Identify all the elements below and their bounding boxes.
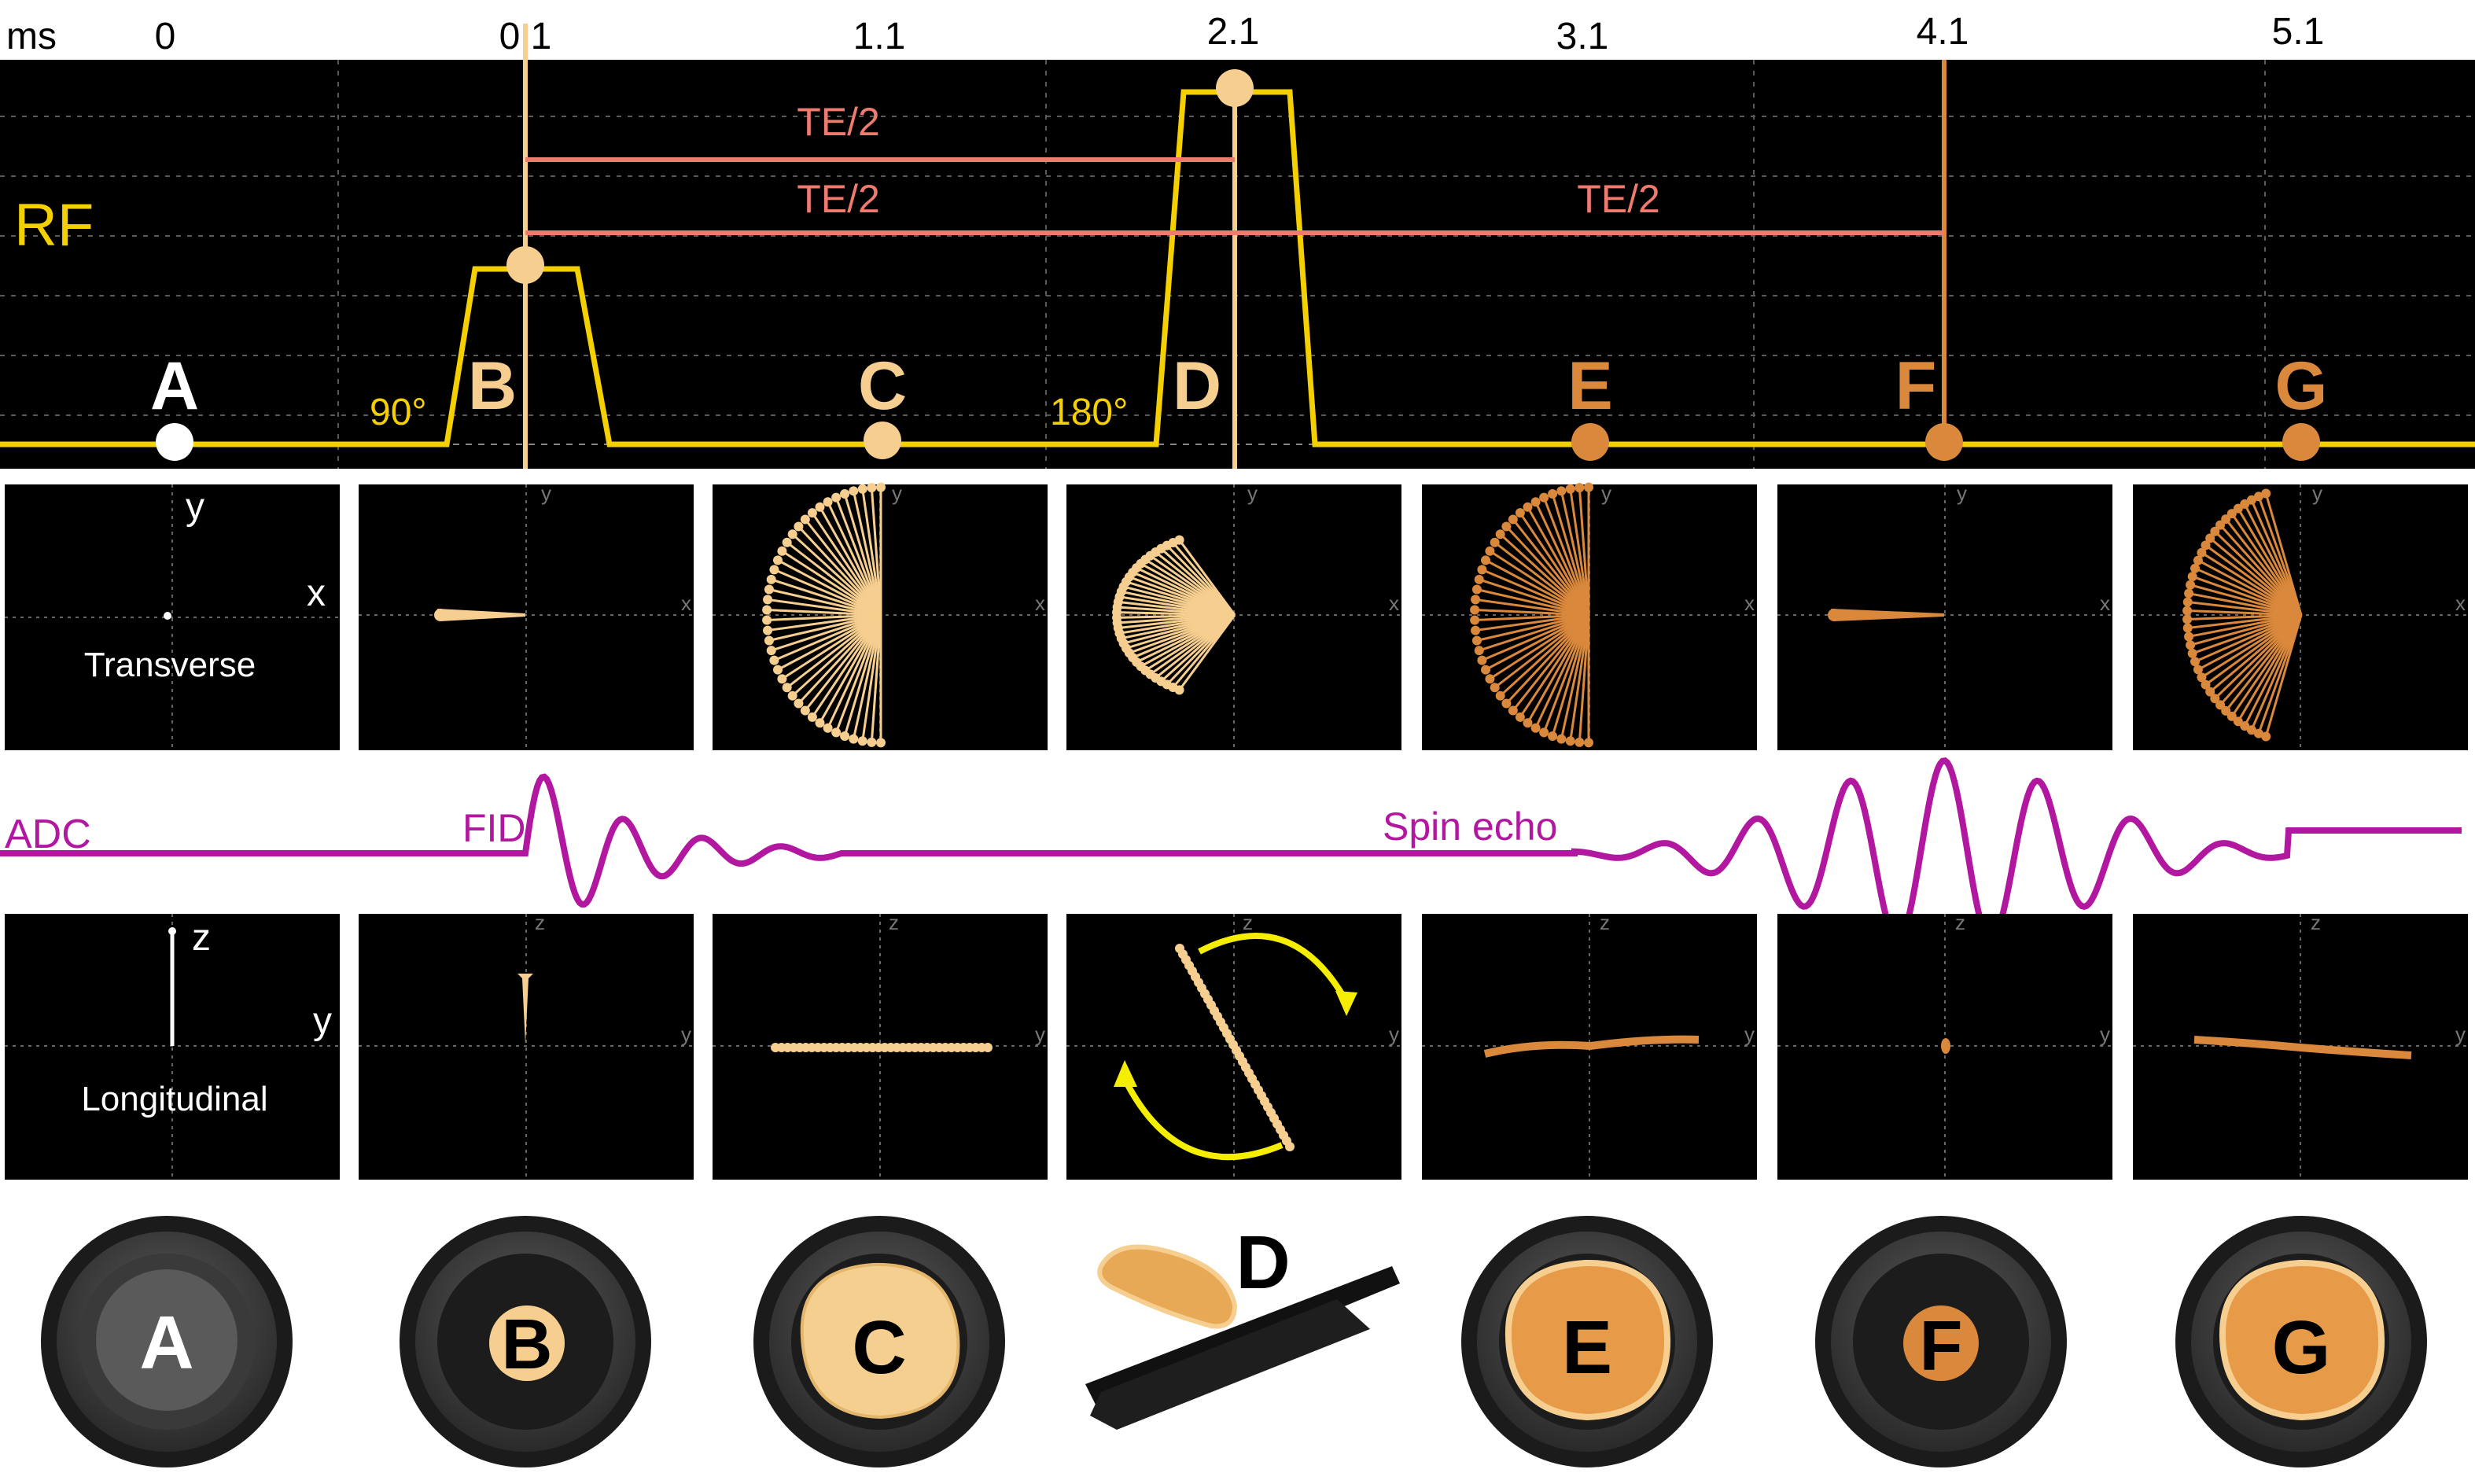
transverse-panel-d: y x [1066, 481, 1401, 750]
te-label-1: TE/2 [797, 100, 880, 144]
point-dot-e [1571, 423, 1609, 461]
point-label-e: E [1567, 348, 1612, 424]
pan-e: E [1461, 1216, 1713, 1467]
svg-text:x: x [1744, 591, 1755, 615]
adc-waveform [0, 757, 2462, 945]
spin-dot-a [164, 612, 171, 620]
pan-label-f: F [1920, 1307, 1963, 1386]
svg-text:y: y [1035, 1022, 1045, 1046]
adc-row: ADC FID Spin echo [0, 757, 2462, 945]
svg-text:y: y [1744, 1022, 1755, 1046]
transverse-panel-c: y x [713, 481, 1048, 750]
pan-label-g: G [2272, 1305, 2331, 1390]
transverse-panel-e: y x [1422, 481, 1757, 750]
pan-b: B [400, 1216, 651, 1467]
longitudinal-axis-z: z [192, 917, 211, 959]
flip-180-label: 180° [1050, 392, 1128, 433]
point-label-a: A [150, 348, 199, 424]
svg-text:y: y [2312, 481, 2322, 505]
time-label-3: 2.1 [1207, 11, 1260, 53]
rf-label: RF [14, 192, 94, 259]
svg-text:x: x [2455, 591, 2466, 615]
longitudinal-row: z y Longitudinal z y z y z y z y z y z y [5, 911, 2468, 1180]
flipping-pancake [1097, 1244, 1238, 1329]
fid-label: FID [462, 806, 526, 850]
pan-label-e: E [1562, 1305, 1612, 1390]
svg-text:y: y [1389, 1022, 1399, 1046]
point-label-b: B [468, 348, 517, 424]
svg-text:y: y [681, 1022, 691, 1046]
spin-echo-label: Spin echo [1383, 805, 1557, 849]
pan-g: G [2175, 1216, 2427, 1467]
svg-text:x: x [1035, 591, 1045, 615]
transverse-axis-y: y [186, 486, 204, 528]
longitudinal-axis-y: y [313, 1000, 332, 1042]
longitudinal-panel-a: z y Longitudinal [5, 914, 340, 1180]
svg-text:x: x [2100, 591, 2110, 615]
point-dot-c [864, 422, 901, 459]
pan-label-b: B [502, 1305, 553, 1384]
pan-c: C [753, 1216, 1005, 1467]
longitudinal-panel-c: z y [713, 911, 1048, 1180]
transverse-title: Transverse [84, 646, 256, 684]
adc-label: ADC [5, 812, 91, 857]
point-label-d: D [1173, 348, 1221, 424]
pan-a: A [41, 1216, 293, 1467]
pan-label-d: D [1236, 1221, 1290, 1305]
svg-text:x: x [1389, 591, 1399, 615]
pan-label-c: C [852, 1305, 906, 1390]
point-label-f: F [1895, 348, 1937, 424]
te-label-3: TE/2 [1577, 177, 1660, 221]
svg-text:x: x [681, 591, 691, 615]
svg-text:z: z [889, 911, 899, 934]
svg-text:y: y [1247, 481, 1258, 505]
svg-text:y: y [1601, 481, 1611, 505]
transverse-panel-g: y x [2133, 481, 2468, 750]
svg-text:y: y [2455, 1022, 2466, 1046]
te-label-2: TE/2 [797, 177, 880, 221]
spin-bar-c [771, 1043, 993, 1052]
svg-text:y: y [892, 481, 902, 505]
transverse-row: y x Transverse y x y x y x y x y x y x [5, 481, 2468, 750]
rf-panel: ms 0 0.1 1.1 2.1 3.1 4.1 5.1 TE/2 TE/2 T… [0, 11, 2475, 469]
time-label-2: 1.1 [853, 16, 906, 57]
time-label-6: 5.1 [2272, 11, 2325, 53]
point-label-g: G [2275, 348, 2328, 424]
longitudinal-title: Longitudinal [81, 1080, 267, 1118]
point-dot-f [1925, 423, 1963, 461]
marker-dot-b [506, 246, 544, 284]
svg-text:y: y [1957, 481, 1967, 505]
longitudinal-panel-f: z y [1777, 911, 2112, 1180]
svg-text:z: z [2311, 911, 2321, 934]
point-dot-a [156, 423, 193, 461]
flip-90-label: 90° [370, 392, 427, 433]
time-label-4: 3.1 [1556, 16, 1609, 57]
svg-text:z: z [535, 911, 545, 934]
svg-text:y: y [541, 481, 551, 505]
pan-d: D [1085, 1221, 1400, 1430]
time-unit-label: ms [6, 16, 57, 57]
svg-text:z: z [1243, 911, 1253, 934]
time-label-0: 0 [155, 16, 176, 57]
pan-label-a: A [139, 1301, 193, 1385]
longitudinal-panel-d: z y [1066, 911, 1401, 1180]
svg-text:z: z [1600, 911, 1610, 934]
longitudinal-panel-e: z y [1422, 911, 1757, 1180]
svg-text:z: z [1955, 911, 1965, 934]
point-dot-g [2282, 423, 2320, 461]
pan-f: F [1815, 1216, 2067, 1467]
transverse-panel-b: y x [359, 481, 694, 750]
transverse-panel-f: y x [1777, 481, 2112, 750]
time-label-5: 4.1 [1917, 11, 1969, 53]
longitudinal-panel-g: z y [2133, 911, 2468, 1180]
marker-dot-d [1216, 69, 1254, 107]
point-label-c: C [858, 348, 907, 424]
transverse-panel-a: y x Transverse [5, 484, 340, 750]
longitudinal-panel-b: z y [359, 911, 694, 1180]
transverse-axis-x: x [307, 573, 326, 614]
pans-row: A B C D E F G [41, 1216, 2427, 1467]
svg-text:y: y [2100, 1022, 2110, 1046]
spin-bundle-long-f [1941, 1038, 1950, 1054]
